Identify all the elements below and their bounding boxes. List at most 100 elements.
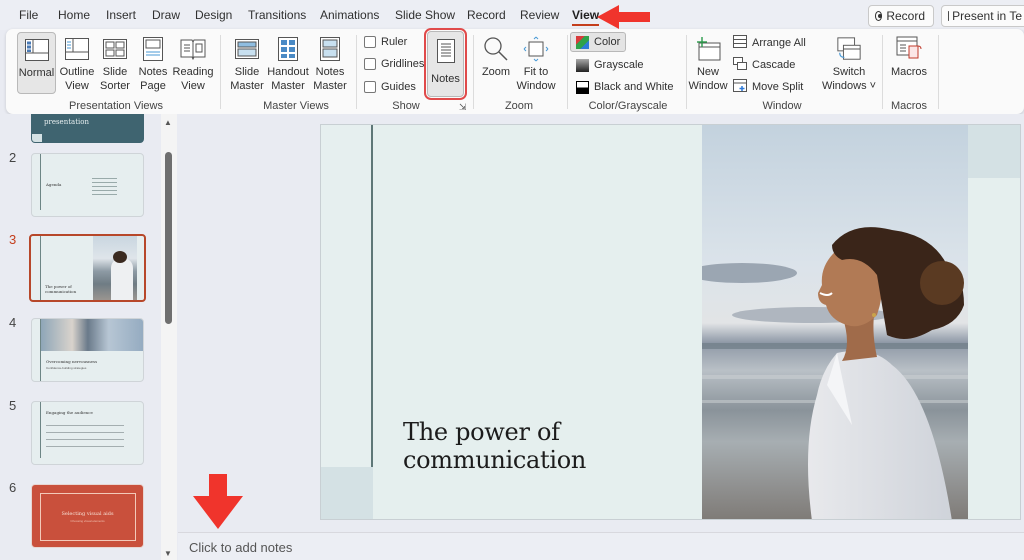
grayscale-label: Grayscale (594, 59, 644, 71)
zoom-label: Zoom (481, 66, 511, 78)
checkbox-unchecked-icon (364, 36, 376, 48)
gridlines-label: Gridlines (381, 58, 425, 70)
fit-to-window-icon (523, 36, 549, 62)
new-window-button[interactable]: New Window (688, 32, 728, 94)
tab-animations[interactable]: Animations (320, 8, 379, 22)
thumb-5-vline (40, 402, 41, 458)
gridlines-checkbox[interactable]: Gridlines (364, 55, 424, 73)
ribbon-separator (567, 35, 568, 109)
switch-label-2: Windows ˅ (821, 80, 877, 92)
scrollbar-thumb[interactable] (165, 152, 172, 324)
cascade-button[interactable]: Cascade (733, 56, 795, 74)
thumb-3-vline (40, 236, 41, 300)
ruler-label: Ruler (381, 36, 408, 48)
macros-button[interactable]: Macros (889, 32, 929, 94)
slide-sorter-button[interactable]: Slide Sorter (96, 32, 134, 94)
tab-design[interactable]: Design (195, 8, 232, 22)
notes-placeholder[interactable]: Click to add notes (189, 540, 292, 555)
guides-checkbox[interactable]: Guides (364, 78, 416, 96)
normal-view-button[interactable]: Normal (17, 32, 56, 94)
thumb-6-frame (40, 493, 136, 541)
zoom-button[interactable]: Zoom (478, 32, 514, 94)
reading-view-button[interactable]: Reading View (172, 32, 214, 94)
grayscale-button[interactable]: Grayscale (576, 56, 644, 74)
notes-toggle-label: Notes (431, 73, 460, 85)
ribbon-separator (882, 35, 883, 109)
record-icon (875, 11, 883, 21)
slide-photo-woman-on-beach[interactable] (702, 125, 968, 519)
ribbon-separator (686, 35, 687, 109)
present-in-teams-button[interactable]: Present in Te (941, 5, 1024, 27)
arrange-all-button[interactable]: Arrange All (733, 34, 806, 52)
normal-view-icon (24, 37, 50, 63)
notes-toggle-button[interactable]: Notes (424, 28, 467, 100)
tab-record[interactable]: Record (467, 8, 506, 22)
move-split-button[interactable]: Move Split (733, 78, 803, 96)
ribbon-separator (938, 35, 939, 109)
arrange-all-label: Arrange All (752, 37, 806, 49)
ruler-checkbox[interactable]: Ruler (364, 33, 407, 51)
normal-label: Normal (18, 67, 55, 79)
group-label-window: Window (762, 100, 802, 112)
thumb-2-vline (40, 154, 41, 210)
slide-thumbnail-2[interactable]: Agenda (31, 153, 144, 217)
macros-icon (896, 36, 922, 62)
thumb-2-title: Agenda (46, 182, 62, 187)
move-split-label: Move Split (752, 81, 804, 93)
ribbon-separator (356, 35, 357, 109)
outline-view-button[interactable]: Outline View (58, 32, 96, 94)
bw-label: Black and White (594, 81, 674, 93)
color-icon (576, 35, 589, 49)
tab-file[interactable]: File (19, 8, 38, 22)
show-dialog-launcher-icon[interactable]: ⇲ (459, 102, 467, 113)
slide-thumbnail-5[interactable]: Engaging the audience (31, 401, 144, 465)
notes-master-button[interactable]: Notes Master (311, 32, 349, 94)
notes-page-button[interactable]: Notes Page (134, 32, 172, 94)
tab-draw[interactable]: Draw (152, 8, 180, 22)
slide-corner-accent (321, 467, 373, 519)
macros-label: Macros (890, 66, 928, 78)
slide-master-button[interactable]: Slide Master (228, 32, 266, 94)
color-button[interactable]: Color (570, 32, 627, 52)
zoom-magnifier-icon (483, 36, 509, 62)
outline-label-2: View (65, 80, 89, 92)
group-label-macros: Macros (890, 100, 928, 112)
current-slide[interactable]: The power of communication (320, 124, 1021, 520)
grayscale-icon (576, 58, 589, 72)
ribbon-separator (220, 35, 221, 109)
new-window-label-1: New (696, 66, 719, 78)
tab-review[interactable]: Review (520, 8, 559, 22)
tab-slide-show[interactable]: Slide Show (395, 8, 455, 22)
slide-number-4: 4 (9, 315, 17, 330)
slide-number-3: 3 (9, 232, 17, 247)
scroll-down-arrow-icon[interactable]: ▼ (164, 549, 172, 558)
reading-label-1: Reading (172, 66, 214, 78)
tab-home[interactable]: Home (58, 8, 90, 22)
handout-master-button[interactable]: Handout Master (267, 32, 309, 94)
handout-master-label-2: Master (271, 80, 305, 92)
group-label-master-views: Master Views (263, 100, 329, 112)
slide-thumbnail-6[interactable]: Selecting visual aids Choosing visual el… (31, 484, 144, 548)
tab-transitions[interactable]: Transitions (248, 8, 306, 22)
notes-master-label-1: Notes (315, 66, 345, 78)
fit-label-1: Fit to (523, 66, 549, 78)
outline-label-1: Outline (59, 66, 95, 78)
record-button[interactable]: Record (868, 5, 934, 27)
tab-insert[interactable]: Insert (106, 8, 136, 22)
slide-title-placeholder[interactable]: The power of communication (403, 418, 586, 474)
notes-pane[interactable]: Click to add notes (178, 532, 1024, 560)
slide-thumbnail-4[interactable]: Overcoming nervousness Confidence-buildi… (31, 318, 144, 382)
group-label-color-grayscale: Color/Grayscale (588, 100, 668, 112)
tab-view[interactable]: View (572, 8, 600, 26)
switch-windows-button[interactable]: Switch Windows ˅ (822, 32, 876, 94)
black-and-white-icon (576, 80, 589, 94)
notes-master-label-2: Master (313, 80, 347, 92)
thumbnail-scrollbar[interactable]: ▲ ▼ (161, 114, 177, 560)
slide-master-icon (234, 36, 260, 62)
scroll-up-arrow-icon[interactable]: ▲ (164, 118, 172, 127)
slide-thumbnail-1[interactable]: presentation (31, 114, 144, 143)
notes-icon (433, 38, 459, 64)
fit-to-window-button[interactable]: Fit to Window (515, 32, 557, 94)
black-and-white-button[interactable]: Black and White (576, 78, 673, 96)
slide-thumbnail-3[interactable]: The power of communication (29, 234, 146, 302)
